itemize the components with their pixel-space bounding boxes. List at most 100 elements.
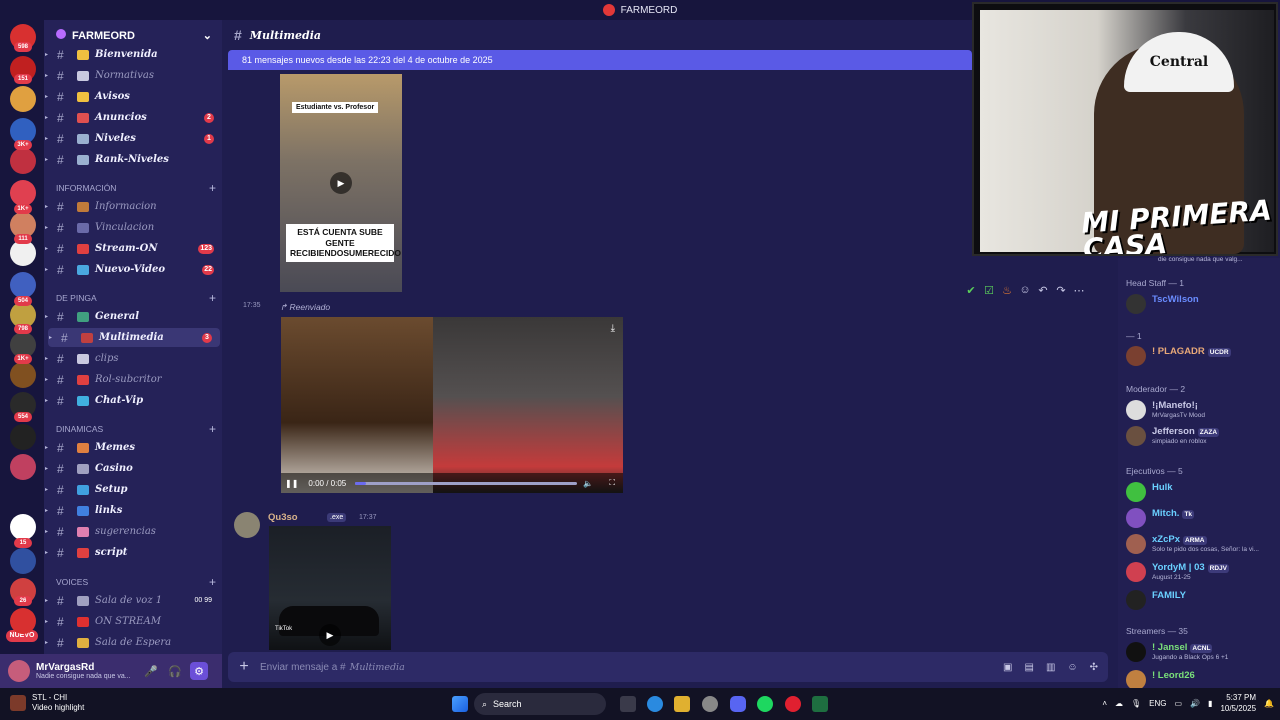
more-icon[interactable]: ⋯ bbox=[1072, 284, 1086, 300]
add-attachment-icon[interactable]: + bbox=[228, 658, 260, 676]
channel-item[interactable]: ▸ # Sala de Espera bbox=[44, 633, 222, 652]
channel-item[interactable]: ▸ # Memes bbox=[44, 438, 222, 457]
forward-icon[interactable]: ↷ bbox=[1054, 284, 1068, 300]
pause-icon[interactable]: ❚❚ bbox=[285, 479, 298, 488]
windows-start-icon[interactable] bbox=[452, 696, 468, 712]
volume-icon[interactable]: 🔊 bbox=[1190, 699, 1200, 708]
widget-game[interactable]: STL - CHI Video highlight bbox=[10, 693, 84, 713]
reply-icon[interactable]: ↶ bbox=[1036, 284, 1050, 300]
play-icon[interactable]: ▶ bbox=[319, 624, 341, 646]
channel-item[interactable]: ▸ # Avisos bbox=[44, 87, 222, 106]
video-attachment-1[interactable]: Estudiante vs. Profesor ▶ ESTÁ CUENTA SU… bbox=[280, 74, 402, 292]
channel-item[interactable]: ▸ # Informacion bbox=[44, 197, 222, 216]
file-explorer-icon[interactable] bbox=[674, 696, 690, 712]
video-progress[interactable] bbox=[355, 482, 577, 485]
channel-item[interactable]: ▸ # Multimedia 3 bbox=[48, 328, 220, 347]
excel-icon[interactable] bbox=[812, 696, 828, 712]
message-composer[interactable]: + Enviar mensaje a # Multimedia ▣ ▤ ▥ ☺ … bbox=[228, 652, 1108, 682]
channel-item[interactable]: ▸ # script bbox=[44, 543, 222, 562]
add-reaction-icon[interactable]: ☺ bbox=[1018, 284, 1032, 300]
server-icon[interactable] bbox=[10, 454, 36, 480]
server-icon[interactable] bbox=[10, 424, 36, 450]
channel-item[interactable]: ▸ # links bbox=[44, 501, 222, 520]
checkbox-reaction-icon[interactable]: ☑ bbox=[982, 284, 996, 300]
video-attachment-3[interactable]: ▶ TikTok bbox=[269, 526, 391, 650]
deafen-icon[interactable]: 🎧 bbox=[166, 662, 184, 680]
battery-icon[interactable]: ▮ bbox=[1208, 699, 1212, 708]
edge-icon[interactable] bbox=[647, 696, 663, 712]
channel-item[interactable]: ▸ # Casino bbox=[44, 459, 222, 478]
channel-item[interactable]: ▸ # Vinculacion bbox=[44, 218, 222, 237]
channel-item[interactable]: ▸ # Anuncios 2 bbox=[44, 108, 222, 127]
member-item[interactable]: Jefferson ZAZA simpiado en roblox bbox=[1124, 424, 1280, 448]
mute-mic-icon[interactable]: 🎤 bbox=[142, 662, 160, 680]
server-icon[interactable] bbox=[10, 514, 36, 540]
volume-icon[interactable]: 🔈 bbox=[583, 479, 593, 488]
channel-item[interactable]: ▸ # Stream-ON 123 bbox=[44, 239, 222, 258]
play-icon[interactable]: ▶ bbox=[330, 172, 352, 194]
channel-category[interactable]: INFORMACIÓN + bbox=[56, 181, 216, 195]
language-indicator[interactable]: ENG bbox=[1149, 699, 1166, 708]
notification-icon[interactable]: 🔔 bbox=[1264, 699, 1274, 708]
clock[interactable]: 5:37 PM 10/5/2025 bbox=[1220, 692, 1256, 714]
server-icon[interactable] bbox=[10, 86, 36, 112]
channel-item[interactable]: ▸ # ON STREAM bbox=[44, 612, 222, 631]
member-item[interactable]: ! PLAGADR UCDR bbox=[1124, 344, 1280, 368]
task-view-icon[interactable] bbox=[620, 696, 636, 712]
member-item[interactable]: Mitch. Tk bbox=[1124, 506, 1280, 530]
record-app-icon[interactable] bbox=[785, 696, 801, 712]
gift-icon[interactable]: ▣ bbox=[1003, 662, 1012, 673]
chevron-up-icon[interactable]: ˄ bbox=[1102, 699, 1107, 708]
video-attachment-2[interactable]: ⤓ ❚❚ 0:00 / 0:05 🔈 ⛶ bbox=[281, 317, 623, 493]
channel-item[interactable]: ▸ # sugerencias bbox=[44, 522, 222, 541]
spotify-icon[interactable] bbox=[757, 696, 773, 712]
member-item[interactable]: YordyM | 03 RDJV August 21-25 bbox=[1124, 560, 1280, 584]
channel-item[interactable]: ▸ # Bienvenida bbox=[44, 45, 222, 64]
gear-icon[interactable]: ⚙ bbox=[190, 662, 208, 680]
onedrive-icon[interactable]: ☁ bbox=[1115, 699, 1123, 708]
add-channel-icon[interactable]: + bbox=[209, 575, 216, 589]
channel-item[interactable]: ▸ # Nuevo-Video 22 bbox=[44, 260, 222, 279]
channel-item[interactable]: ▸ # Sala de voz 1 00 99 bbox=[44, 591, 222, 610]
mic-icon[interactable]: 🎙 bbox=[1131, 699, 1141, 708]
server-icon[interactable] bbox=[10, 148, 36, 174]
member-item[interactable]: TscWilson bbox=[1124, 292, 1280, 316]
channel-category[interactable]: DE PINGA + bbox=[56, 291, 216, 305]
channel-item[interactable]: ▸ # Rol-subcritor bbox=[44, 370, 222, 389]
channel-item[interactable]: ▸ # Chat-Vip bbox=[44, 391, 222, 410]
taskbar-search[interactable]: ⌕ Search bbox=[474, 693, 606, 715]
server-icon[interactable] bbox=[10, 548, 36, 574]
gif-icon[interactable]: ▤ bbox=[1024, 662, 1033, 673]
channel-item[interactable]: ▸ # Niveles 1 bbox=[44, 129, 222, 148]
discord-icon[interactable] bbox=[730, 696, 746, 712]
server-icon[interactable] bbox=[10, 272, 36, 298]
message-author[interactable]: Qu3so bbox=[268, 512, 298, 523]
channel-item[interactable]: ▸ # General bbox=[44, 307, 222, 326]
member-item[interactable]: ! Jansel ACNL Jugando a Black Ops 6 +1 bbox=[1124, 640, 1280, 664]
emoji-icon[interactable]: ☺ bbox=[1067, 662, 1077, 673]
add-channel-icon[interactable]: + bbox=[209, 181, 216, 195]
check-reaction-icon[interactable]: ✔ bbox=[964, 284, 978, 300]
apps-icon[interactable]: ✣ bbox=[1090, 662, 1098, 673]
server-icon[interactable] bbox=[10, 180, 36, 206]
new-messages-bar[interactable]: 81 mensajes nuevos desde las 22:23 del 4… bbox=[228, 50, 972, 70]
channel-item[interactable]: ▸ # Rank-Niveles bbox=[44, 150, 222, 169]
sticker-icon[interactable]: ▥ bbox=[1046, 662, 1055, 673]
channel-category[interactable]: DINAMICAS + bbox=[56, 422, 216, 436]
fullscreen-icon[interactable]: ⛶ bbox=[609, 478, 615, 488]
server-icon[interactable] bbox=[10, 362, 36, 388]
chrome-icon[interactable] bbox=[702, 696, 718, 712]
member-item[interactable]: !¡Manefo!¡ MrVargasTv Mood bbox=[1124, 398, 1280, 422]
channel-item[interactable]: ▸ # clips bbox=[44, 349, 222, 368]
network-icon[interactable]: ▭ bbox=[1175, 699, 1183, 708]
member-item[interactable]: FAMILY bbox=[1124, 588, 1280, 612]
add-channel-icon[interactable]: + bbox=[209, 422, 216, 436]
channel-item[interactable]: ▸ # Normativas bbox=[44, 66, 222, 85]
channel-category[interactable]: VOICES + bbox=[56, 575, 216, 589]
member-item[interactable]: xZcPx ARMA Solo te pido dos cosas, Señor: … bbox=[1124, 532, 1280, 556]
fire-reaction-icon[interactable]: ♨ bbox=[1000, 284, 1014, 300]
member-item[interactable]: Hulk bbox=[1124, 480, 1280, 504]
avatar[interactable] bbox=[8, 660, 30, 682]
channel-item[interactable]: ▸ # Setup bbox=[44, 480, 222, 499]
chevron-down-icon[interactable]: ⌄ bbox=[203, 29, 212, 42]
